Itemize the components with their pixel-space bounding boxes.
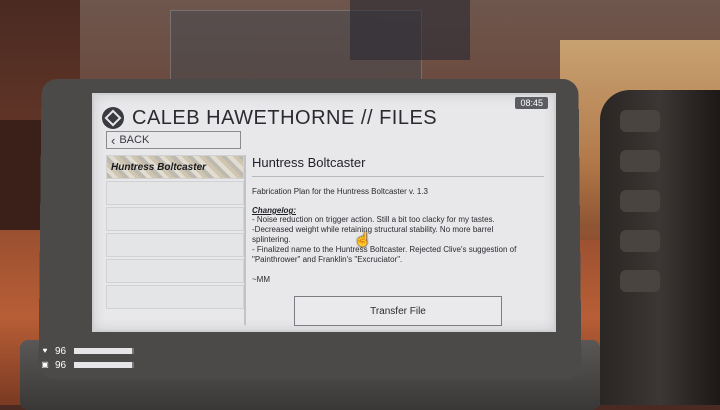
list-item[interactable] bbox=[106, 181, 244, 205]
health-row: ♥ 96 bbox=[38, 345, 134, 357]
background-console bbox=[350, 0, 470, 60]
changelog-line: -Decreased weight while retaining struct… bbox=[252, 225, 494, 234]
list-item[interactable]: Huntress Boltcaster bbox=[106, 155, 244, 179]
health-bar bbox=[74, 348, 134, 354]
player-hud: ♥ 96 ▣ 96 bbox=[38, 345, 134, 373]
armor-icon: ▣ bbox=[41, 360, 49, 369]
back-button[interactable]: ‹ BACK bbox=[106, 131, 241, 149]
changelog-line: splintering. bbox=[252, 235, 291, 244]
health-value: 96 bbox=[55, 345, 67, 357]
health-bar-fill bbox=[74, 348, 132, 354]
list-item[interactable] bbox=[106, 285, 244, 309]
list-item[interactable] bbox=[106, 259, 244, 283]
hand-cursor-icon: ☝ bbox=[354, 231, 372, 247]
back-label: BACK bbox=[119, 134, 150, 146]
list-item[interactable] bbox=[106, 233, 244, 257]
transfer-file-button[interactable]: Transfer File bbox=[294, 296, 502, 326]
chevron-left-icon: ‹ bbox=[111, 132, 116, 148]
armor-value: 96 bbox=[55, 359, 67, 371]
talos-logo-icon bbox=[102, 107, 124, 129]
heartbeat-icon: ♥ bbox=[42, 346, 48, 355]
changelog-line: - Noise reduction on trigger action. Sti… bbox=[252, 215, 495, 224]
armor-bar bbox=[74, 362, 134, 368]
changelog-line: "Painthrower" and Franklin's "Excruciato… bbox=[252, 255, 403, 264]
changelog-line: - Finalized name to the Huntress Boltcas… bbox=[252, 245, 517, 254]
file-title: Huntress Boltcaster bbox=[252, 155, 544, 177]
file-subtitle: Fabrication Plan for the Huntress Boltca… bbox=[252, 187, 428, 196]
signature: ~MM bbox=[252, 275, 270, 284]
changelog-heading: Changelog: bbox=[252, 206, 296, 215]
terminal-screen: 08:45 CALEB HAWETHORNE // FILES ‹ BACK H… bbox=[92, 93, 556, 332]
held-wrench-weapon bbox=[600, 90, 720, 405]
header: CALEB HAWETHORNE // FILES bbox=[102, 103, 437, 133]
page-title: CALEB HAWETHORNE // FILES bbox=[132, 106, 438, 129]
file-list: Huntress Boltcaster bbox=[106, 155, 246, 325]
clock: 08:45 bbox=[515, 97, 548, 109]
armor-row: ▣ 96 bbox=[38, 359, 134, 371]
list-item[interactable] bbox=[106, 207, 244, 231]
armor-bar-fill bbox=[74, 362, 132, 368]
